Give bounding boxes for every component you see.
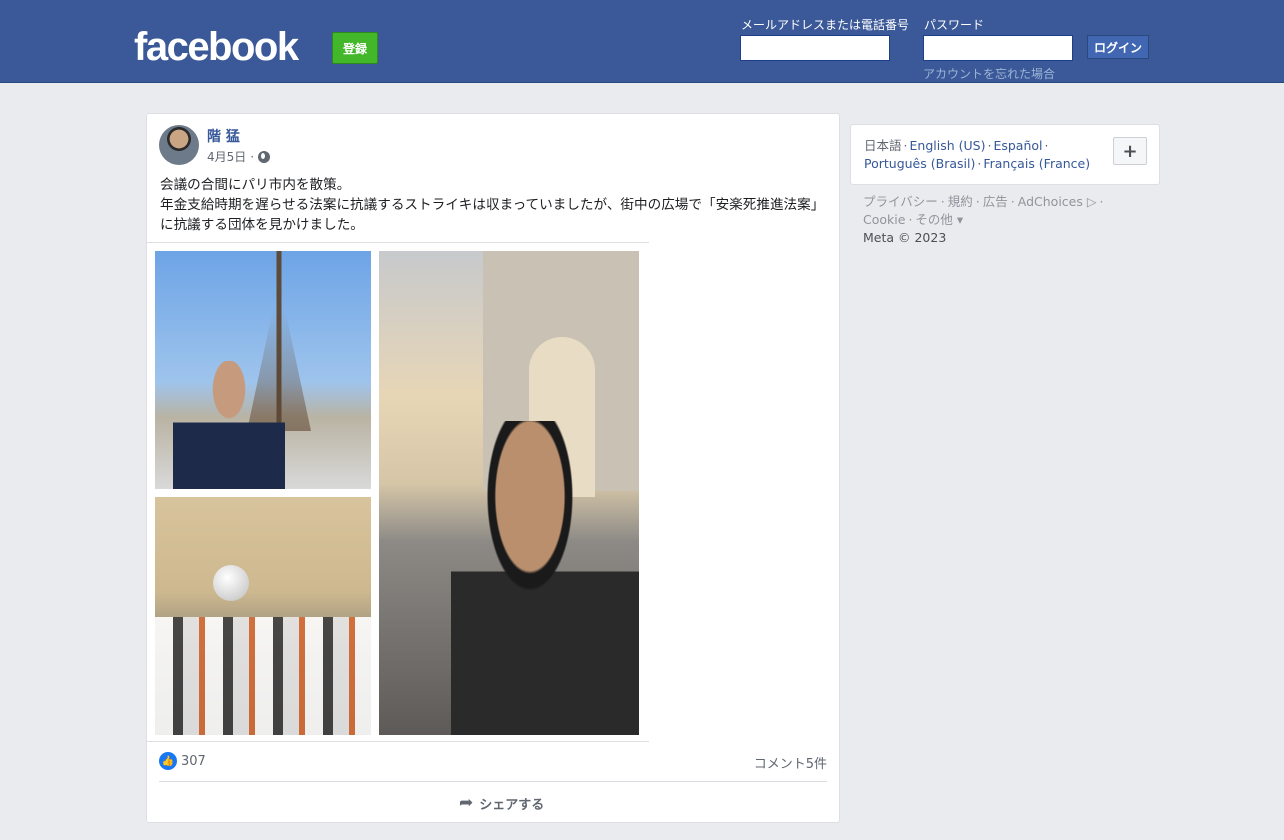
adchoices-icon: ▷ [1082,194,1097,209]
globe-icon [258,150,271,163]
person-figure [173,361,285,489]
top-navigation-bar: facebook 登録 メールアドレスまたは電話番号 パスワード ログイン アカ… [0,0,1284,83]
author-name[interactable]: 階 猛 [207,126,240,146]
separator: · [977,156,982,171]
forgot-account-link[interactable]: アカウントを忘れた場合 [923,65,1055,82]
comments-count-link[interactable]: コメント5件 [754,753,827,772]
footer-link-adchoices[interactable]: AdChoices [1018,194,1083,209]
facebook-logo[interactable]: facebook [134,24,299,70]
password-label: パスワード [924,18,985,32]
post-meta: 4月5日 · [207,148,271,165]
footer-link-ads[interactable]: 広告 [983,194,1008,209]
login-button[interactable]: ログイン [1087,35,1149,59]
post-date[interactable]: 4月5日 [207,148,246,165]
person-figure [451,421,639,735]
share-button[interactable]: ➦ シェアする [459,793,544,813]
footer-link-terms[interactable]: 規約 [948,194,973,209]
post-card: 階 猛 4月5日 · 会議の合間にパリ市内を散策。 年金支給時期を遅らせる法案に… [146,113,840,823]
separator: · [1044,138,1049,153]
footer-link-more[interactable]: その他 [915,212,953,227]
share-arrow-icon: ➦ [459,793,474,813]
reactions-count: 307 [181,753,206,769]
actions-divider [159,781,827,782]
current-language: 日本語 [864,138,902,153]
language-option[interactable]: Français (France) [983,156,1090,171]
signup-button[interactable]: 登録 [332,32,378,64]
language-option[interactable]: Español [993,138,1042,153]
meta-separator: · [250,149,255,164]
post-text: 会議の合間にパリ市内を散策。 年金支給時期を遅らせる法案に抗議するストライキは収… [160,175,830,235]
email-field[interactable] [740,35,890,61]
photo-grid [147,242,649,742]
footer-link-cookie[interactable]: Cookie [863,212,905,227]
password-field[interactable] [923,35,1073,61]
post-text-line: 年金支給時期を遅らせる法案に抗議するストライキは収まっていましたが、街中の広場で… [160,197,825,233]
caret-down-icon: ▾ [952,212,964,227]
language-option[interactable]: English (US) [910,138,986,153]
email-label: メールアドレスまたは電話番号 [741,18,910,32]
separator: · [903,138,908,153]
more-languages-button[interactable]: + [1113,137,1147,165]
language-option[interactable]: Português (Brasil) [864,156,975,171]
photo-protest-group[interactable] [155,497,371,735]
share-label: シェアする [479,797,545,813]
photo-arc-de-triomphe[interactable] [379,251,639,735]
separator: · [987,138,992,153]
page-footer: プライバシー · 規約 · 広告 · AdChoices ▷ · Cookie · その他 ▾ M… [863,194,1104,245]
language-list: 日本語 · English (US) · Español · Português (Bras… [864,137,1104,173]
author-avatar[interactable] [159,125,199,165]
copyright-text: Meta © 2023 [863,230,947,245]
photo-eiffel-tower[interactable] [155,251,371,489]
crowd-shape [155,617,371,735]
balloon-shape [213,565,249,601]
post-text-line: 会議の合間にパリ市内を散策。 [160,177,351,193]
footer-link-privacy[interactable]: プライバシー [863,194,938,209]
language-selector: 日本語 · English (US) · Español · Português (Bras… [850,124,1160,185]
thumbs-up-icon: 👍 [159,752,177,770]
reactions-summary[interactable]: 👍 307 [159,752,206,770]
